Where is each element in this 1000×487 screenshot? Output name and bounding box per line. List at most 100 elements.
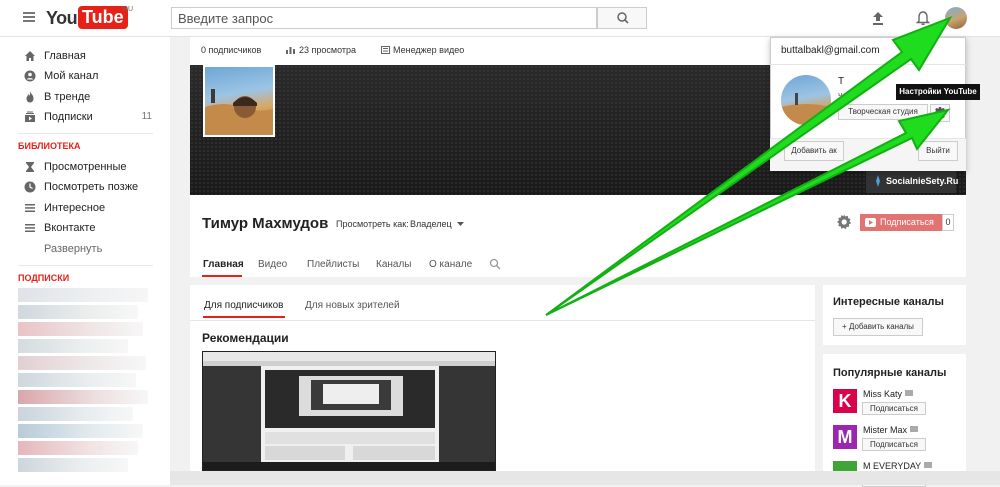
blurred-subscription[interactable] bbox=[18, 322, 143, 336]
popular-channel-name[interactable]: M EVERYDAY bbox=[863, 461, 933, 471]
list-icon bbox=[25, 204, 35, 212]
library-heading: БИБЛИОТЕКА bbox=[18, 141, 81, 151]
sidebar-expand[interactable]: Развернуть bbox=[0, 239, 170, 259]
hamburger-menu-icon[interactable] bbox=[23, 12, 35, 22]
flame-icon bbox=[26, 91, 34, 103]
blurred-subscription[interactable] bbox=[18, 356, 146, 370]
view-as-value: Владелец bbox=[410, 219, 452, 229]
popular-channel-name[interactable]: Miss Katy bbox=[863, 389, 914, 399]
tab-channels[interactable]: Каналы bbox=[376, 259, 412, 270]
sidebar-item-label: Мой канал bbox=[44, 70, 99, 82]
blurred-subscription[interactable] bbox=[18, 407, 133, 421]
popular-channel-name[interactable]: Mister Max bbox=[863, 425, 919, 435]
sidebar-item-label: Главная bbox=[44, 50, 86, 62]
logo-region-text: RU bbox=[123, 6, 134, 13]
sidebar-item-subscriptions[interactable]: Подписки 11 bbox=[0, 107, 170, 127]
subscriptions-icon bbox=[25, 111, 35, 122]
channel-avatar[interactable] bbox=[203, 65, 275, 137]
sidebar-item-trending[interactable]: В тренде bbox=[0, 87, 170, 107]
horizontal-scrollbar[interactable] bbox=[170, 471, 1000, 485]
hourglass-icon bbox=[26, 162, 34, 172]
gear-icon bbox=[934, 107, 946, 119]
tab-playlists[interactable]: Плейлисты bbox=[307, 259, 359, 270]
channel-search-icon[interactable] bbox=[489, 258, 501, 270]
sidebar-item-label: Вконтакте bbox=[44, 222, 96, 234]
sidebar-item-label: В тренде bbox=[44, 91, 91, 103]
sidebar-item-history[interactable]: Просмотренные bbox=[0, 157, 170, 177]
sidebar-item-label: Просмотренные bbox=[44, 161, 127, 173]
popup-avatar[interactable] bbox=[781, 75, 831, 125]
subscribe-label: Подписаться bbox=[880, 217, 934, 227]
blurred-subscription[interactable] bbox=[18, 339, 128, 353]
blurred-subscription[interactable] bbox=[18, 424, 143, 438]
tab-about[interactable]: О канале bbox=[429, 259, 472, 270]
sidebar-item-watch-later[interactable]: Посмотреть позже bbox=[0, 177, 170, 197]
popular-channel-avatar[interactable]: M bbox=[833, 425, 857, 449]
popular-subscribe-button[interactable]: Подписаться bbox=[862, 438, 926, 451]
logout-button[interactable]: Выйти bbox=[918, 141, 958, 161]
active-tab-underline bbox=[202, 275, 242, 277]
blurred-subscription[interactable] bbox=[18, 441, 138, 455]
mail-icon bbox=[910, 426, 919, 432]
view-as-label: Просмотреть как: bbox=[336, 219, 409, 229]
sidebar-item-interesting[interactable]: Интересное bbox=[0, 198, 170, 218]
blurred-subscription[interactable] bbox=[18, 458, 128, 472]
sidebar-item-label: Подписки bbox=[44, 111, 93, 123]
avatar-photo bbox=[781, 93, 831, 125]
channel-settings-gear-icon[interactable] bbox=[836, 214, 852, 230]
popular-channels-title: Популярные каналы bbox=[833, 367, 947, 379]
watermark-text: SocialnieSety.Ru bbox=[886, 176, 959, 186]
interesting-channels-panel bbox=[823, 285, 966, 345]
channel-title: Тимур Махмудов bbox=[202, 215, 329, 232]
views-stat: 23 просмотра bbox=[299, 45, 357, 55]
sidebar-item-home[interactable]: Главная bbox=[0, 46, 170, 66]
account-avatar[interactable] bbox=[945, 7, 967, 29]
screen-recording-preview bbox=[203, 352, 495, 470]
sidebar-divider bbox=[18, 133, 153, 134]
add-account-button[interactable]: Добавить ак bbox=[784, 141, 844, 161]
view-as-dropdown[interactable]: Владелец bbox=[410, 219, 465, 229]
youtube-settings-button[interactable] bbox=[930, 104, 950, 122]
popular-subscribe-button[interactable]: Подписаться bbox=[862, 402, 926, 415]
bell-icon[interactable] bbox=[916, 10, 930, 26]
logo-tube-text: Tube bbox=[78, 6, 128, 29]
subtab-new-viewers[interactable]: Для новых зрителей bbox=[305, 300, 400, 311]
subscribers-stat: 0 подписчиков bbox=[201, 45, 262, 55]
popup-divider bbox=[770, 64, 966, 65]
tab-videos[interactable]: Видео bbox=[258, 259, 287, 270]
subtab-subscribers[interactable]: Для подписчиков bbox=[204, 300, 283, 311]
upload-icon[interactable] bbox=[870, 10, 886, 26]
blurred-subscription[interactable] bbox=[18, 288, 148, 302]
video-manager-icon bbox=[381, 46, 390, 54]
sidebar-item-my-channel[interactable]: Мой канал bbox=[0, 66, 170, 86]
recommendations-title: Рекомендации bbox=[202, 331, 289, 345]
list-icon bbox=[25, 224, 35, 232]
video-manager-link[interactable]: Менеджер видео bbox=[393, 45, 464, 55]
subscriptions-heading: ПОДПИСКИ bbox=[18, 273, 70, 283]
popular-channel-avatar[interactable]: K bbox=[833, 389, 857, 413]
settings-tooltip: Настройки YouTube bbox=[896, 84, 980, 100]
creator-studio-button[interactable]: Творческая студия bbox=[838, 104, 928, 120]
subscribe-button[interactable]: Подписаться bbox=[860, 214, 942, 231]
tab-home[interactable]: Главная bbox=[203, 259, 244, 270]
chevron-down-icon bbox=[457, 222, 465, 226]
subscribe-count: 0 bbox=[942, 214, 954, 231]
blurred-subscription[interactable] bbox=[18, 373, 136, 387]
add-channels-button[interactable]: + Добавить каналы bbox=[833, 318, 923, 336]
channel-name-text: Mister Max bbox=[863, 425, 908, 435]
channel-name-text: M EVERYDAY bbox=[863, 461, 922, 471]
search-button[interactable] bbox=[597, 7, 647, 29]
account-icon bbox=[24, 70, 36, 82]
subscriptions-count: 11 bbox=[141, 111, 152, 122]
bar-chart-icon bbox=[286, 47, 295, 54]
search-icon bbox=[617, 12, 629, 24]
logo-you-text: You bbox=[46, 8, 78, 28]
recommended-video-thumbnail[interactable] bbox=[202, 351, 496, 471]
search-input[interactable] bbox=[171, 7, 597, 29]
blurred-subscription[interactable] bbox=[18, 305, 138, 319]
interesting-channels-title: Интересные каналы bbox=[833, 296, 944, 308]
sidebar-item-vkontakte[interactable]: Вконтакте bbox=[0, 218, 170, 238]
mail-icon bbox=[924, 462, 933, 468]
channel-name-text: Miss Katy bbox=[863, 389, 903, 399]
blurred-subscription[interactable] bbox=[18, 390, 148, 404]
